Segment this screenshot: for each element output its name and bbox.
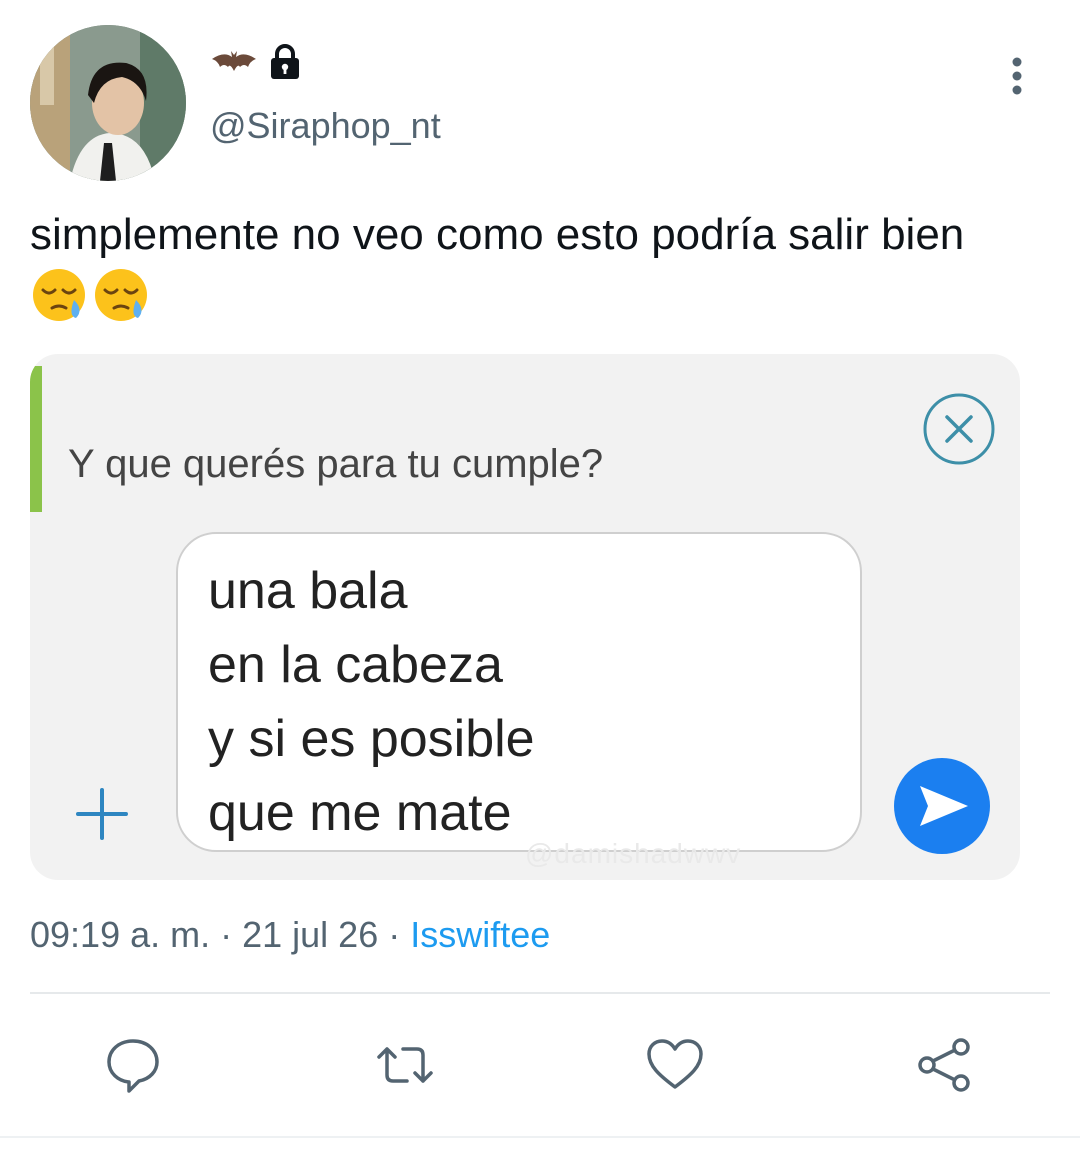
watermark: @damishadwwv — [525, 838, 742, 869]
plus-icon[interactable] — [70, 782, 134, 846]
tweet-source-link[interactable]: Isswiftee — [410, 914, 550, 955]
more-options-icon[interactable] — [1000, 55, 1034, 99]
tweet-text: simplemente no veo como esto podría sali… — [30, 208, 1070, 324]
tweet-date: 21 jul 26 — [242, 914, 379, 955]
message-line: en la cabeza — [208, 636, 503, 694]
message-line: una bala — [208, 562, 408, 620]
tweet-media[interactable]: Y que querés para tu cumple? una bala en… — [30, 354, 1020, 880]
like-icon[interactable] — [645, 1035, 705, 1095]
close-icon[interactable] — [922, 392, 996, 466]
reply-quote-text: Y que querés para tu cumple? — [68, 442, 604, 486]
share-icon[interactable] — [915, 1035, 975, 1095]
avatar[interactable] — [30, 25, 186, 181]
message-input[interactable]: una bala en la cabeza y si es posible qu… — [176, 532, 862, 852]
sleepy-face-emoji — [95, 269, 147, 321]
user-handle[interactable]: @Siraphop_nt — [210, 105, 441, 147]
divider — [30, 992, 1050, 994]
meta-separator: · — [378, 914, 411, 955]
display-name[interactable] — [210, 42, 302, 82]
message-line: y si es posible — [208, 710, 535, 768]
tweet-time: 09:19 a. m. — [30, 914, 211, 955]
send-icon[interactable] — [892, 756, 992, 856]
reply-indicator-bar — [30, 366, 42, 512]
tweet-body: simplemente no veo como esto podría sali… — [30, 210, 965, 259]
reply-icon[interactable] — [103, 1035, 163, 1095]
bottom-divider — [0, 1136, 1080, 1138]
bat-icon — [212, 51, 256, 71]
lock-icon — [271, 44, 299, 79]
meta-separator: · — [210, 914, 243, 955]
retweet-icon[interactable] — [375, 1035, 435, 1095]
tweet-meta: 09:19 a. m. · 21 jul 26 · Isswiftee — [30, 914, 550, 956]
emoji-row — [30, 266, 1070, 324]
avatar-photo — [30, 25, 186, 181]
sleepy-face-emoji — [33, 269, 85, 321]
